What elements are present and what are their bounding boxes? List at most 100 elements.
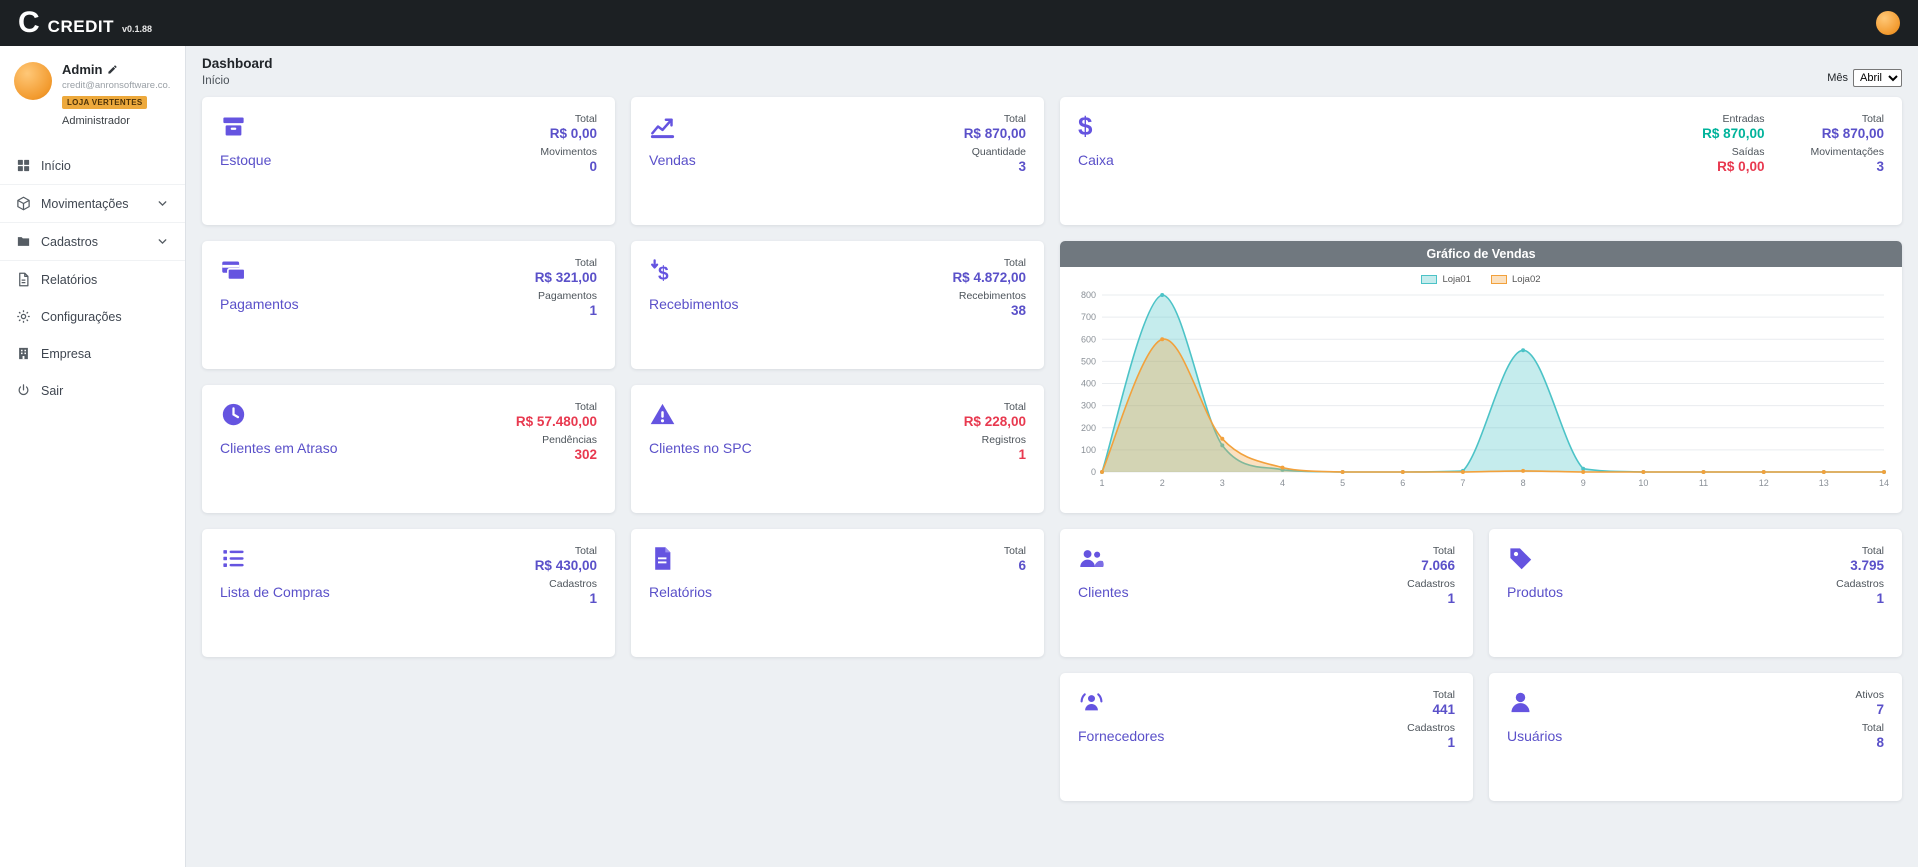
stat-value: 302 xyxy=(542,447,597,462)
sidebar-item-sair[interactable]: Sair xyxy=(0,372,185,409)
svg-text:300: 300 xyxy=(1081,401,1096,411)
sales-area-chart: 0100200300400500600700800123456789101112… xyxy=(1060,287,1902,492)
month-select[interactable]: Abril xyxy=(1853,69,1902,87)
svg-text:2: 2 xyxy=(1160,478,1165,488)
sidebar-item-empresa[interactable]: Empresa xyxy=(0,335,185,372)
brand: C CREDIT v0.1.88 xyxy=(18,0,152,46)
card-clientes-no-spc[interactable]: Clientes no SPC Total R$ 228,00 Registro… xyxy=(631,385,1044,513)
card-pagamentos[interactable]: Pagamentos Total R$ 321,00 Pagamentos 1 xyxy=(202,241,615,369)
card-lista-de-compras[interactable]: Lista de Compras Total R$ 430,00 Cadastr… xyxy=(202,529,615,657)
dollar-icon: $ xyxy=(1078,113,1105,140)
card-caixa[interactable]: $ Caixa Entradas R$ 870,00 Saídas R$ 0,0… xyxy=(1060,97,1902,225)
svg-text:4: 4 xyxy=(1280,478,1285,488)
svg-text:10: 10 xyxy=(1638,478,1648,488)
svg-text:800: 800 xyxy=(1081,290,1096,300)
stat-label: Total xyxy=(1850,545,1884,557)
sidebar-item-label: Sair xyxy=(41,384,63,398)
svg-text:500: 500 xyxy=(1081,356,1096,366)
store-badge: LOJA VERTENTES xyxy=(62,96,147,109)
sidebar-item-label: Início xyxy=(41,159,71,173)
stat-value: R$ 4.872,00 xyxy=(952,270,1026,285)
profile-role: Administrador xyxy=(62,115,171,127)
stat-label: Total xyxy=(1432,689,1455,701)
power-icon xyxy=(16,383,31,398)
card-title: Clientes em Atraso xyxy=(220,440,338,456)
stat-label: Total xyxy=(535,545,597,557)
stat-label: Recebimentos xyxy=(959,290,1026,302)
stat-label: Cadastros xyxy=(1836,578,1884,590)
svg-text:3: 3 xyxy=(1220,478,1225,488)
svg-text:$: $ xyxy=(658,264,669,285)
stat-label: Total xyxy=(1822,113,1884,125)
avatar[interactable] xyxy=(14,62,52,100)
credit-cards-icon xyxy=(220,257,247,284)
card-title: Caixa xyxy=(1078,152,1114,168)
card-title: Usuários xyxy=(1507,728,1562,744)
inventory-icon xyxy=(220,113,247,140)
stat-label: Registros xyxy=(982,434,1026,446)
user-avatar[interactable] xyxy=(1876,11,1900,35)
card-vendas[interactable]: Vendas Total R$ 870,00 Quantidade 3 xyxy=(631,97,1044,225)
stat-label: Total xyxy=(952,257,1026,269)
legend-item-loja02: Loja02 xyxy=(1491,274,1541,285)
stat-label: Ativos xyxy=(1855,689,1884,701)
card-title: Recebimentos xyxy=(649,296,739,312)
stat-label: Cadastros xyxy=(1407,578,1455,590)
card-estoque[interactable]: Estoque Total R$ 0,00 Movimentos 0 xyxy=(202,97,615,225)
stat-value: 8 xyxy=(1862,735,1884,750)
card-title: Clientes no SPC xyxy=(649,440,752,456)
svg-text:7: 7 xyxy=(1460,478,1465,488)
sidebar-profile: Admin credit@anronsoftware.co... LOJA VE… xyxy=(0,46,185,139)
card-title: Pagamentos xyxy=(220,296,299,312)
stat-value: 0 xyxy=(540,159,597,174)
stat-label: Total xyxy=(550,113,597,125)
legend-item-loja01: Loja01 xyxy=(1421,274,1471,285)
sidebar-item-configuracoes[interactable]: Configurações xyxy=(0,298,185,335)
card-title: Estoque xyxy=(220,152,271,168)
card-produtos[interactable]: Produtos Total 3.795 Cadastros 1 xyxy=(1489,529,1902,657)
sidebar-menu: Início Movimentações Cadastros Relató xyxy=(0,147,185,409)
card-recebimentos[interactable]: $ Recebimentos Total R$ 4.872,00 Recebim… xyxy=(631,241,1044,369)
stat-value: R$ 870,00 xyxy=(964,126,1026,141)
brand-name: CREDIT xyxy=(48,17,114,37)
stat-label: Cadastros xyxy=(549,578,597,590)
svg-text:13: 13 xyxy=(1819,478,1829,488)
legend-label: Loja01 xyxy=(1442,274,1471,285)
sidebar-item-movimentacoes[interactable]: Movimentações xyxy=(0,184,185,222)
document-icon xyxy=(649,545,676,572)
card-usuarios[interactable]: Usuários Ativos 7 Total 8 xyxy=(1489,673,1902,801)
stat-label: Entradas xyxy=(1702,113,1764,125)
stat-value: 3 xyxy=(1810,159,1884,174)
stat-label: Movimentos xyxy=(540,146,597,158)
svg-text:400: 400 xyxy=(1081,379,1096,389)
card-fornecedores[interactable]: Fornecedores Total 441 Cadastros 1 xyxy=(1060,673,1473,801)
legend-label: Loja02 xyxy=(1512,274,1541,285)
building-icon xyxy=(16,346,31,361)
stat-label: Total xyxy=(964,401,1026,413)
card-title: Produtos xyxy=(1507,584,1563,600)
edit-profile-icon[interactable] xyxy=(107,64,118,75)
sidebar-item-label: Movimentações xyxy=(41,197,129,211)
chevron-down-icon xyxy=(156,197,169,210)
card-title: Vendas xyxy=(649,152,696,168)
brand-version: v0.1.88 xyxy=(122,24,152,34)
svg-text:14: 14 xyxy=(1879,478,1889,488)
svg-text:0: 0 xyxy=(1091,467,1096,477)
sales-chart-icon xyxy=(649,113,676,140)
card-clientes[interactable]: Clientes Total 7.066 Cadastros 1 xyxy=(1060,529,1473,657)
card-title: Relatórios xyxy=(649,584,712,600)
svg-text:1: 1 xyxy=(1099,478,1104,488)
svg-text:6: 6 xyxy=(1400,478,1405,488)
sales-chart-card: Gráfico de Vendas Loja01 Loja02 01002003… xyxy=(1060,241,1902,513)
sidebar-item-cadastros[interactable]: Cadastros xyxy=(0,222,185,260)
chevron-down-icon xyxy=(156,235,169,248)
sidebar-item-inicio[interactable]: Início xyxy=(0,147,185,184)
sidebar-item-relatorios[interactable]: Relatórios xyxy=(0,260,185,298)
card-relatorios[interactable]: Relatórios Total 6 xyxy=(631,529,1044,657)
clock-icon xyxy=(220,401,247,428)
stat-value: R$ 870,00 xyxy=(1822,126,1884,141)
card-clientes-em-atraso[interactable]: Clientes em Atraso Total R$ 57.480,00 Pe… xyxy=(202,385,615,513)
user-icon xyxy=(1507,689,1534,716)
tag-icon xyxy=(1507,545,1534,572)
dashboard-cards: Estoque Total R$ 0,00 Movimentos 0 Venda… xyxy=(202,97,1902,801)
